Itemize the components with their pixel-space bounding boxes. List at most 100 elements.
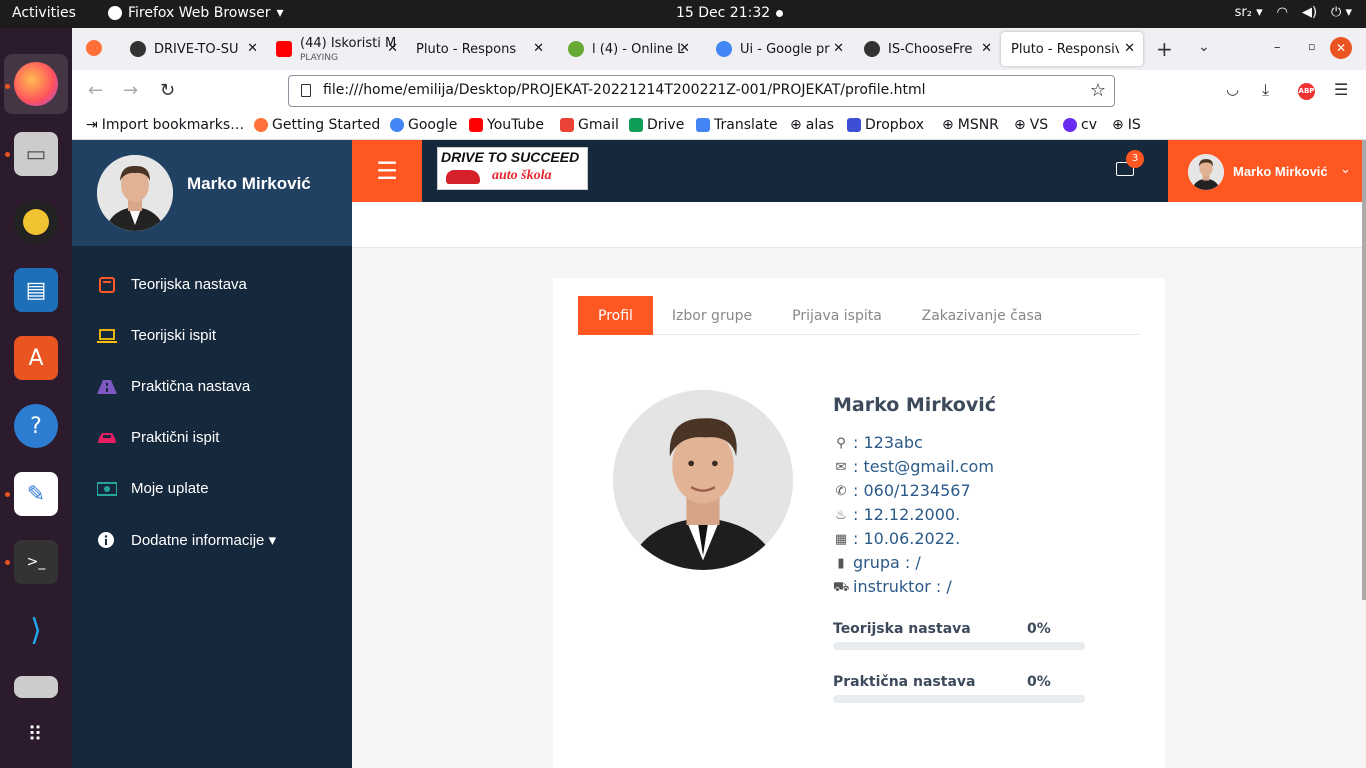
- web-page: Marko Mirković Teorijska nastava Teorijs…: [72, 140, 1366, 768]
- hamburger-menu-button[interactable]: ☰: [352, 140, 422, 202]
- bookmark-item[interactable]: Google: [390, 117, 457, 133]
- tab-label: Pluto - Responsiv: [416, 41, 516, 57]
- dock-files[interactable]: ▭: [14, 132, 58, 176]
- bookmarks-toolbar: ⇥ Import bookmarks… Getting Started Googl…: [72, 112, 1366, 140]
- activities-button[interactable]: Activities: [12, 5, 76, 21]
- avatar: [97, 155, 173, 231]
- dock-help[interactable]: ?: [14, 404, 58, 448]
- browser-tab[interactable]: l (4) - Online L ✕: [558, 32, 698, 66]
- download-icon[interactable]: ⤓: [1262, 80, 1269, 100]
- bookmark-item[interactable]: ⊕ IS: [1112, 117, 1141, 133]
- firefox-view-icon[interactable]: [86, 40, 102, 56]
- grid-icon: ⠿: [27, 722, 45, 746]
- url-bar[interactable]: file:///home/emilija/Desktop/PROJEKAT-20…: [288, 75, 1115, 107]
- import-icon: ⇥: [86, 117, 98, 133]
- logo-title: DRIVE TO SUCCEED: [441, 149, 580, 165]
- wifi-icon[interactable]: ◠: [1277, 5, 1288, 20]
- volume-icon[interactable]: ◀): [1302, 5, 1317, 20]
- tab-izbor-grupe[interactable]: Izbor grupe: [660, 296, 764, 335]
- reload-button[interactable]: ↻: [160, 80, 175, 101]
- show-apps-button[interactable]: ⠿: [14, 712, 58, 756]
- bookmark-item[interactable]: ⊕ alas: [790, 117, 834, 133]
- dropbox-icon: [847, 118, 861, 132]
- close-icon[interactable]: ✕: [981, 41, 992, 56]
- bookmark-item[interactable]: ⊕ MSNR: [942, 117, 999, 133]
- tab-profil[interactable]: Profil: [578, 296, 653, 335]
- bookmark-item[interactable]: Drive: [629, 117, 684, 133]
- close-icon[interactable]: ✕: [387, 41, 398, 56]
- help-icon: ?: [30, 413, 42, 439]
- browser-tab[interactable]: DRIVE-TO-SU ✕: [120, 32, 266, 66]
- dock-printer[interactable]: [14, 676, 58, 698]
- browser-window: DRIVE-TO-SU ✕ (44) Iskoristi M PLAYING ✕…: [72, 28, 1366, 768]
- tab-prijava-ispita[interactable]: Prijava ispita: [782, 296, 892, 335]
- bookmark-item[interactable]: Dropbox: [847, 117, 924, 133]
- keyboard-layout[interactable]: sr₂ ▾: [1235, 5, 1263, 20]
- bookmark-star-icon[interactable]: ☆: [1090, 80, 1106, 101]
- forward-button[interactable]: →: [123, 80, 138, 101]
- sidebar-item-prakticni-ispit[interactable]: Praktični ispit: [97, 429, 219, 446]
- globe-icon: ⊕: [942, 117, 954, 133]
- bookmark-item[interactable]: Getting Started: [254, 117, 380, 133]
- browser-tab-active[interactable]: Pluto - Responsiv ✕: [1001, 32, 1143, 66]
- close-icon[interactable]: ✕: [679, 41, 690, 56]
- dock-software[interactable]: A: [14, 336, 58, 380]
- globe-icon: ⊕: [1112, 117, 1124, 133]
- close-icon[interactable]: ✕: [833, 41, 844, 56]
- new-tab-button[interactable]: +: [1156, 37, 1173, 61]
- maximize-button[interactable]: ▫: [1308, 40, 1315, 53]
- dock-firefox[interactable]: [4, 54, 68, 114]
- profile-birthdate: ♨: 12.12.2000.: [833, 505, 960, 524]
- chevron-down-icon: ⌄: [1340, 162, 1351, 177]
- car-logo-icon: [446, 170, 480, 184]
- bookmark-item[interactable]: ⊕ VS: [1014, 117, 1048, 133]
- back-button[interactable]: ←: [88, 80, 103, 101]
- adblock-icon[interactable]: ABP: [1298, 83, 1315, 100]
- sidebar-item-label: Praktična nastava: [131, 378, 251, 395]
- bookmark-item[interactable]: Gmail: [560, 117, 619, 133]
- page-scrollbar[interactable]: [1362, 140, 1366, 600]
- sidebar-item-moje-uplate[interactable]: Moje uplate: [96, 480, 209, 497]
- system-tray[interactable]: sr₂ ▾ ◠ ◀) ⏻ ▾: [1235, 5, 1352, 20]
- bookmark-item[interactable]: YouTube: [469, 117, 544, 133]
- close-icon[interactable]: ✕: [533, 41, 544, 56]
- page-icon: [301, 84, 311, 97]
- close-icon[interactable]: ✕: [1124, 41, 1135, 56]
- avatar: [1188, 154, 1224, 190]
- minimize-button[interactable]: –: [1274, 40, 1281, 55]
- user-menu[interactable]: Marko Mirković ⌄: [1168, 140, 1366, 202]
- list-tabs-icon[interactable]: ⌄: [1198, 39, 1210, 55]
- tab-playing-label: PLAYING: [300, 53, 338, 63]
- close-icon[interactable]: ✕: [247, 41, 258, 56]
- close-window-button[interactable]: ✕: [1330, 37, 1352, 59]
- browser-tab[interactable]: Pluto - Responsiv ✕: [406, 32, 552, 66]
- bookmark-item[interactable]: Translate: [696, 117, 778, 133]
- sidebar-item-dodatne-informacije[interactable]: Dodatne informacije ▾: [97, 531, 276, 549]
- profile-password: ⚲: 123abc: [833, 433, 923, 452]
- clock[interactable]: 15 Dec 21:32: [676, 5, 770, 21]
- browser-tab[interactable]: (44) Iskoristi M PLAYING ✕: [266, 32, 406, 66]
- pocket-icon[interactable]: ◡: [1226, 80, 1239, 98]
- sidebar-item-teorijska-nastava[interactable]: Teorijska nastava: [97, 276, 247, 293]
- dock-rhythmbox[interactable]: [14, 200, 58, 244]
- app-menu[interactable]: Firefox Web Browser ▾: [108, 5, 284, 21]
- bookmark-item[interactable]: ⇥ Import bookmarks…: [86, 117, 244, 133]
- sidebar-item-label: Moje uplate: [131, 480, 209, 497]
- dock-vscode[interactable]: ⟩: [14, 608, 58, 652]
- menu-icon[interactable]: ☰: [1334, 80, 1348, 99]
- bookmark-item[interactable]: cv: [1063, 117, 1097, 133]
- page-title-bar: [352, 202, 1366, 248]
- profile-instructor: ⛟ instruktor : /: [833, 577, 952, 596]
- car-icon: ⛟: [833, 579, 850, 595]
- power-icon[interactable]: ⏻ ▾: [1331, 5, 1352, 20]
- sidebar-item-teorijski-ispit[interactable]: Teorijski ispit: [97, 327, 216, 344]
- dock-text-editor[interactable]: ✎: [14, 472, 58, 516]
- dock-terminal[interactable]: >_: [14, 540, 58, 584]
- tab-zakazivanje-casa[interactable]: Zakazivanje časa: [912, 296, 1052, 335]
- dock-writer[interactable]: ▤: [14, 268, 58, 312]
- speaker-icon: [23, 209, 49, 235]
- browser-tab[interactable]: IS-ChooseFre ✕: [854, 32, 1000, 66]
- sidebar-item-prakticna-nastava[interactable]: Praktična nastava: [97, 378, 250, 395]
- browser-tab[interactable]: Ui - Google pr ✕: [706, 32, 852, 66]
- logo[interactable]: DRIVE TO SUCCEED auto škola: [437, 147, 588, 190]
